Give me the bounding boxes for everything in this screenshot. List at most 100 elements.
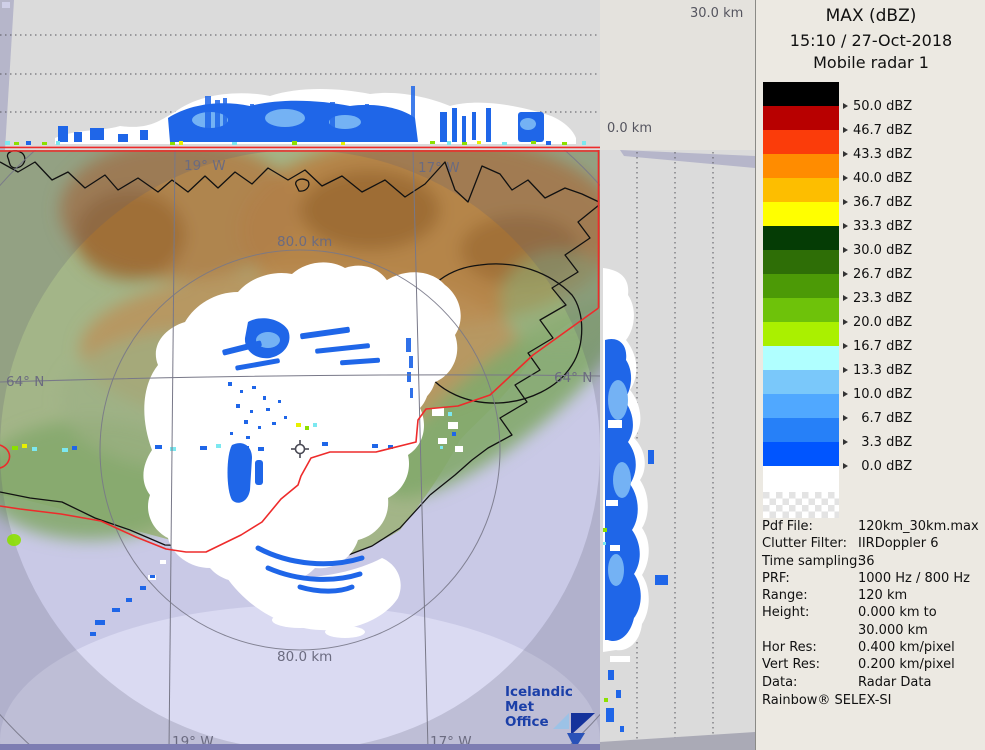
- info-label: PRF:: [762, 570, 790, 586]
- tick-arrow-icon: [843, 295, 848, 301]
- product-info-block: Pdf File: 120km_30km.max Clutter Filter: I…: [762, 518, 982, 691]
- tick-arrow-icon: [843, 391, 848, 397]
- scale-label-row: 20.0 dBZ: [843, 314, 912, 330]
- info-label: Pdf File:: [762, 519, 813, 534]
- scale-band: [763, 274, 839, 298]
- info-value: 30.000 km: [858, 622, 928, 638]
- tick-arrow-icon: [843, 343, 848, 349]
- scale-band-below-min: [763, 466, 839, 492]
- scale-label-row: 40.0 dBZ: [843, 170, 912, 186]
- scale-label-row: 43.3 dBZ: [843, 146, 912, 162]
- scale-label: 36.7 dBZ: [853, 194, 913, 210]
- info-label: Time sampling:: [762, 553, 862, 569]
- scale-label-row: 46.7 dBZ: [843, 122, 912, 138]
- info-value: 36: [858, 553, 875, 569]
- scale-band: [763, 298, 839, 322]
- scale-label: 13.3 dBZ: [853, 362, 913, 378]
- info-value: 0.000 km to: [858, 605, 937, 621]
- radar-name: Mobile radar 1: [813, 53, 929, 72]
- info-row: PRF: 1000 Hz / 800 Hz: [762, 570, 982, 587]
- info-row: Vert Res: 0.200 km/pixel: [762, 656, 982, 673]
- scale-band: [763, 322, 839, 346]
- scale-label: 50.0 dBZ: [853, 98, 913, 114]
- scale-label-row: 16.7 dBZ: [843, 338, 912, 354]
- scale-band: [763, 106, 839, 130]
- info-value: IIRDoppler 6: [858, 536, 939, 552]
- info-value: 0.200 km/pixel: [858, 657, 955, 673]
- scale-label: 26.7 dBZ: [853, 266, 913, 282]
- info-row: Pdf File: 120km_30km.max: [762, 518, 982, 535]
- tick-arrow-icon: [843, 463, 848, 469]
- scale-label-row: 10.0 dBZ: [843, 386, 912, 402]
- scale-band-transparent: [763, 492, 839, 518]
- scale-band: [763, 250, 839, 274]
- scale-band: [763, 442, 839, 466]
- info-row: Clutter Filter: IIRDoppler 6: [762, 535, 982, 552]
- scale-label: 0.0 dBZ: [853, 458, 913, 474]
- scale-label-row: 36.7 dBZ: [843, 194, 912, 210]
- tick-arrow-icon: [843, 439, 848, 445]
- scale-label: 33.3 dBZ: [853, 218, 913, 234]
- info-value: 0.400 km/pixel: [858, 640, 955, 656]
- axis-corner-area: 30.0 km 0.0 km: [600, 0, 755, 150]
- scale-label-row: 6.7 dBZ: [843, 410, 912, 426]
- scale-label-row: 33.3 dBZ: [843, 218, 912, 234]
- info-label: Hor Res:: [762, 640, 817, 656]
- scale-label-row: 3.3 dBZ: [843, 434, 912, 450]
- scale-band: [763, 178, 839, 202]
- scale-band: [763, 82, 839, 106]
- scale-label-row: 50.0 dBZ: [843, 98, 912, 114]
- tick-arrow-icon: [843, 271, 848, 277]
- info-row: Range: 120 km: [762, 587, 982, 604]
- scale-label: 30.0 dBZ: [853, 242, 913, 258]
- scale-band: [763, 370, 839, 394]
- scale-label-row: 26.7 dBZ: [843, 266, 912, 282]
- info-label: Range:: [762, 588, 808, 604]
- radar-map-viewport[interactable]: 19° W 17° W 19° W 17° W 64° N 64° N 80.0…: [0, 150, 600, 750]
- scale-band: [763, 394, 839, 418]
- software-brand: Rainbow® SELEX-SI: [762, 693, 892, 708]
- info-label: Data:: [762, 674, 798, 690]
- tick-arrow-icon: [843, 223, 848, 229]
- info-row: Time sampling: 36: [762, 553, 982, 570]
- meridian-19w-top-label: 19° W: [184, 158, 226, 174]
- scale-band: [763, 418, 839, 442]
- tick-arrow-icon: [843, 103, 848, 109]
- scale-label: 3.3 dBZ: [853, 434, 913, 450]
- color-scale: [763, 82, 839, 518]
- right-height-profile[interactable]: [600, 150, 755, 750]
- info-value: Radar Data: [858, 674, 932, 690]
- radar-application-window: 30.0 km 0.0 km 19° W 17° W 19° W 17° W 6…: [0, 0, 985, 750]
- scale-label: 23.3 dBZ: [853, 290, 913, 306]
- tick-arrow-icon: [843, 247, 848, 253]
- scale-label-row: 0.0 dBZ: [843, 458, 912, 474]
- tick-arrow-icon: [843, 367, 848, 373]
- radar-map[interactable]: 19° W 17° W 19° W 17° W 64° N 64° N 80.0…: [0, 150, 600, 750]
- product-title: MAX (dBZ): [825, 6, 917, 26]
- scale-label: 6.7 dBZ: [853, 410, 913, 426]
- scan-datetime: 15:10 / 27-Oct-2018: [789, 31, 953, 50]
- legend-panel: MAX (dBZ) 15:10 / 27-Oct-2018 Mobile rad…: [755, 0, 985, 750]
- scale-label: 40.0 dBZ: [853, 170, 913, 186]
- info-value: 1000 Hz / 800 Hz: [858, 570, 971, 586]
- info-row: Data: Radar Data: [762, 674, 982, 691]
- tick-arrow-icon: [843, 175, 848, 181]
- latitude-64n-right-label: 64° N: [554, 370, 592, 386]
- height-axis-max-label: 30.0 km: [690, 6, 744, 21]
- scale-band: [763, 130, 839, 154]
- latitude-64n-left-label: 64° N: [6, 374, 44, 390]
- tick-arrow-icon: [843, 151, 848, 157]
- range-ring-80km-bottom-label: 80.0 km: [277, 649, 332, 665]
- info-row: Height: 0.000 km to: [762, 604, 982, 621]
- height-axis-min-label: 0.0 km: [607, 121, 652, 136]
- scale-label-row: 23.3 dBZ: [843, 290, 912, 306]
- info-row: Hor Res: 0.400 km/pixel: [762, 639, 982, 656]
- tick-arrow-icon: [843, 415, 848, 421]
- scale-band: [763, 346, 839, 370]
- top-height-profile[interactable]: [0, 0, 600, 150]
- info-label: Clutter Filter:: [762, 536, 847, 552]
- scale-label-row: 30.0 dBZ: [843, 242, 912, 258]
- scale-label: 20.0 dBZ: [853, 314, 913, 330]
- info-row: 30.000 km: [762, 622, 982, 639]
- top-strip-corner-mark: [2, 2, 10, 8]
